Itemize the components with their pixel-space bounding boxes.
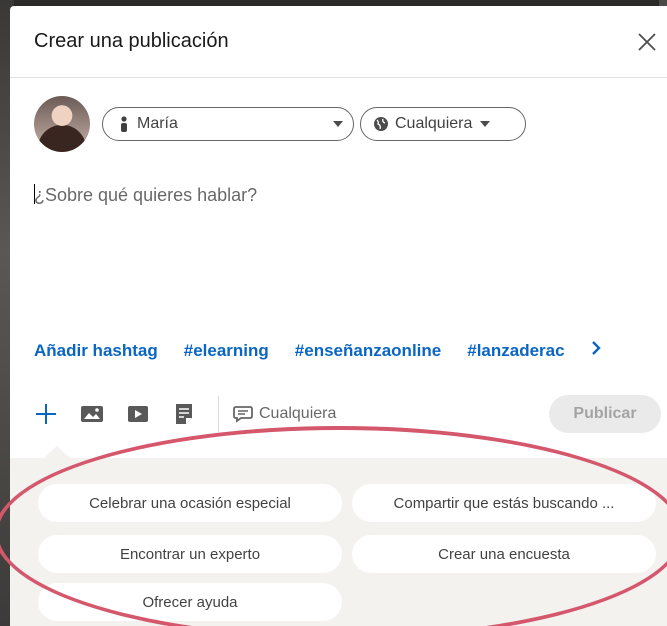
comment-visibility-label: Cualquiera	[259, 405, 337, 422]
suggestion-celebrate[interactable]: Celebrar una ocasión especial	[38, 484, 342, 522]
visibility-selector[interactable]: Cualquiera	[360, 107, 526, 141]
hashtag-bar: Añadir hashtag #elearning #enseñanzaonli…	[34, 340, 667, 361]
document-icon[interactable]	[172, 402, 196, 426]
comment-icon	[233, 406, 253, 423]
suggestion-offer-help[interactable]: Ofrecer ayuda	[38, 583, 342, 621]
comment-visibility-button[interactable]: Cualquiera	[233, 405, 336, 423]
visibility-label: Cualquiera	[395, 115, 473, 132]
suggestions-panel: Celebrar una ocasión especial Compartir …	[10, 458, 667, 626]
create-post-modal: Crear una publicación María Cualquiera ¿…	[10, 6, 667, 626]
hashtag-suggestion[interactable]: #enseñanzaonline	[295, 341, 441, 361]
editor-placeholder: ¿Sobre qué quieres hablar?	[34, 185, 258, 205]
publish-button[interactable]: Publicar	[549, 395, 661, 433]
suggestion-find-expert[interactable]: Encontrar un experto	[38, 535, 342, 573]
chevron-down-icon	[333, 121, 343, 127]
person-icon	[121, 116, 127, 132]
chevron-right-icon[interactable]	[591, 340, 601, 361]
author-name: María	[137, 115, 178, 132]
post-toolbar: Cualquiera Publicar	[34, 392, 667, 436]
plus-icon[interactable]	[34, 402, 58, 426]
modal-title: Crear una publicación	[34, 30, 229, 52]
add-hashtag-link[interactable]: Añadir hashtag	[34, 341, 158, 361]
suggestion-poll[interactable]: Crear una encuesta	[352, 535, 656, 573]
modal-header: Crear una publicación	[10, 6, 667, 78]
post-editor[interactable]: ¿Sobre qué quieres hablar?	[34, 184, 644, 206]
close-icon	[638, 32, 656, 51]
avatar	[34, 96, 90, 152]
suggestions-notch	[44, 446, 70, 458]
photo-icon[interactable]	[80, 402, 104, 426]
close-button[interactable]	[627, 22, 667, 62]
globe-icon	[374, 117, 388, 131]
author-selector[interactable]: María	[102, 107, 354, 141]
video-icon[interactable]	[126, 402, 150, 426]
hashtag-suggestion[interactable]: #lanzaderac	[467, 341, 564, 361]
toolbar-divider	[218, 396, 219, 432]
suggestion-looking-for[interactable]: Compartir que estás buscando ...	[352, 484, 656, 522]
hashtag-suggestion[interactable]: #elearning	[184, 341, 269, 361]
author-row: María Cualquiera	[34, 96, 526, 152]
chevron-down-icon	[480, 121, 491, 127]
